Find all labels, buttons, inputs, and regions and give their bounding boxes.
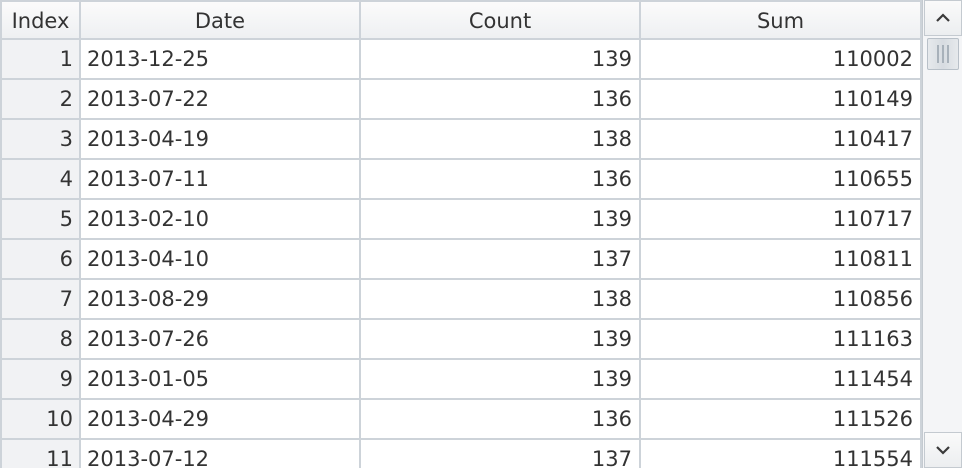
cell-sum[interactable]: 110856 <box>641 280 922 320</box>
scroll-thumb[interactable] <box>927 38 959 70</box>
cell-index[interactable]: 6 <box>0 240 81 280</box>
table-row[interactable]: 5 2013-02-10 139 110717 <box>0 200 922 240</box>
table-row[interactable]: 11 2013-07-12 137 111554 <box>0 440 922 468</box>
cell-sum[interactable]: 110655 <box>641 160 922 200</box>
cell-index[interactable]: 3 <box>0 120 81 160</box>
chevron-up-icon <box>936 13 950 22</box>
column-header-count[interactable]: Count <box>361 0 641 40</box>
table-row[interactable]: 7 2013-08-29 138 110856 <box>0 280 922 320</box>
cell-sum[interactable]: 111554 <box>641 440 922 468</box>
cell-sum[interactable]: 111454 <box>641 360 922 400</box>
scroll-down-button[interactable] <box>924 432 962 468</box>
cell-count[interactable]: 137 <box>361 440 641 468</box>
cell-count[interactable]: 138 <box>361 280 641 320</box>
grip-line <box>942 45 944 63</box>
vertical-scrollbar[interactable] <box>922 0 962 468</box>
cell-sum[interactable]: 111526 <box>641 400 922 440</box>
cell-count[interactable]: 137 <box>361 240 641 280</box>
cell-date[interactable]: 2013-02-10 <box>81 200 361 240</box>
cell-count[interactable]: 136 <box>361 400 641 440</box>
grip-line <box>937 45 939 63</box>
cell-index[interactable]: 1 <box>0 40 81 80</box>
grip-line <box>947 45 949 63</box>
cell-date[interactable]: 2013-04-19 <box>81 120 361 160</box>
cell-index[interactable]: 2 <box>0 80 81 120</box>
cell-index[interactable]: 5 <box>0 200 81 240</box>
cell-date[interactable]: 2013-07-11 <box>81 160 361 200</box>
cell-sum[interactable]: 110717 <box>641 200 922 240</box>
cell-sum[interactable]: 110149 <box>641 80 922 120</box>
data-table: Index Date Count Sum 1 2013-12-25 139 11000… <box>0 0 922 468</box>
table-row[interactable]: 1 2013-12-25 139 110002 <box>0 40 922 80</box>
table-row[interactable]: 6 2013-04-10 137 110811 <box>0 240 922 280</box>
table-body: 1 2013-12-25 139 110002 2 2013-07-22 136 110149… <box>0 40 922 468</box>
cell-sum[interactable]: 111163 <box>641 320 922 360</box>
column-header-index[interactable]: Index <box>0 0 81 40</box>
cell-count[interactable]: 139 <box>361 360 641 400</box>
table-row[interactable]: 9 2013-01-05 139 111454 <box>0 360 922 400</box>
cell-index[interactable]: 8 <box>0 320 81 360</box>
scroll-up-button[interactable] <box>924 0 962 36</box>
table-row[interactable]: 10 2013-04-29 136 111526 <box>0 400 922 440</box>
table-header-row: Index Date Count Sum <box>0 0 922 40</box>
cell-index[interactable]: 9 <box>0 360 81 400</box>
cell-index[interactable]: 10 <box>0 400 81 440</box>
cell-sum[interactable]: 110002 <box>641 40 922 80</box>
chevron-down-icon <box>936 446 950 455</box>
cell-count[interactable]: 136 <box>361 160 641 200</box>
table-row[interactable]: 2 2013-07-22 136 110149 <box>0 80 922 120</box>
cell-date[interactable]: 2013-07-26 <box>81 320 361 360</box>
cell-date[interactable]: 2013-08-29 <box>81 280 361 320</box>
cell-date[interactable]: 2013-12-25 <box>81 40 361 80</box>
table-row[interactable]: 3 2013-04-19 138 110417 <box>0 120 922 160</box>
cell-count[interactable]: 136 <box>361 80 641 120</box>
table-row[interactable]: 4 2013-07-11 136 110655 <box>0 160 922 200</box>
cell-count[interactable]: 139 <box>361 40 641 80</box>
cell-date[interactable]: 2013-07-12 <box>81 440 361 468</box>
table-row[interactable]: 8 2013-07-26 139 111163 <box>0 320 922 360</box>
cell-index[interactable]: 4 <box>0 160 81 200</box>
table-view: Index Date Count Sum 1 2013-12-25 139 11000… <box>0 0 962 468</box>
cell-count[interactable]: 139 <box>361 200 641 240</box>
cell-index[interactable]: 7 <box>0 280 81 320</box>
cell-date[interactable]: 2013-01-05 <box>81 360 361 400</box>
cell-date[interactable]: 2013-04-10 <box>81 240 361 280</box>
cell-date[interactable]: 2013-04-29 <box>81 400 361 440</box>
cell-index[interactable]: 11 <box>0 440 81 468</box>
cell-date[interactable]: 2013-07-22 <box>81 80 361 120</box>
cell-count[interactable]: 138 <box>361 120 641 160</box>
column-header-sum[interactable]: Sum <box>641 0 922 40</box>
cell-count[interactable]: 139 <box>361 320 641 360</box>
cell-sum[interactable]: 110811 <box>641 240 922 280</box>
column-header-date[interactable]: Date <box>81 0 361 40</box>
cell-sum[interactable]: 110417 <box>641 120 922 160</box>
